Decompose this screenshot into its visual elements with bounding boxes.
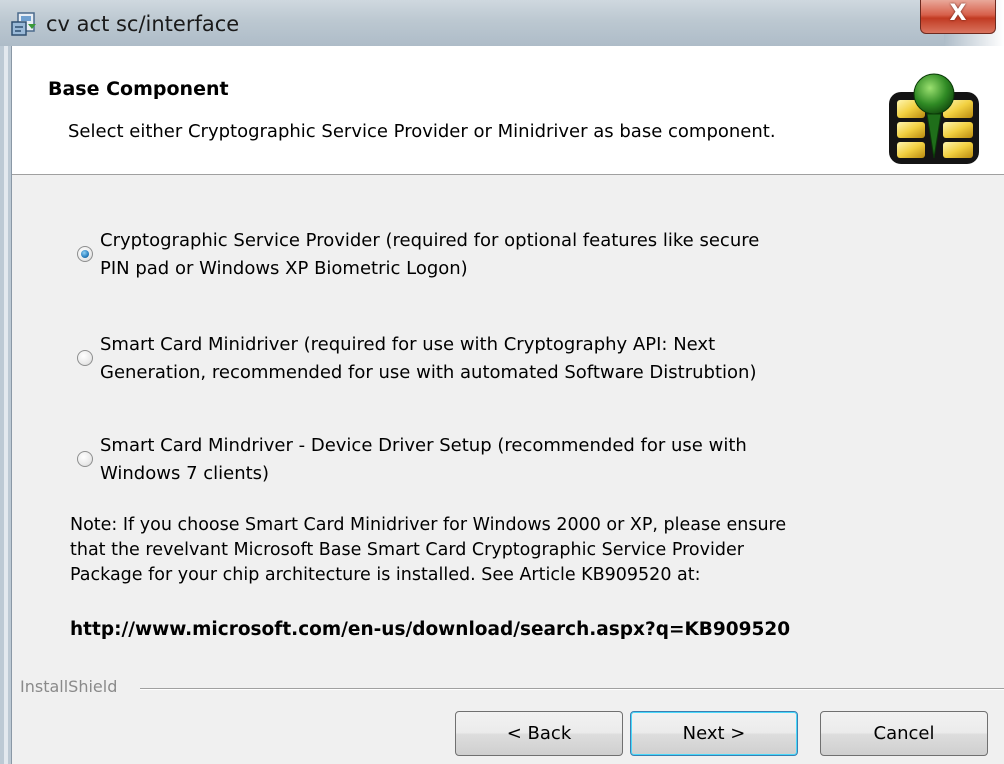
- options-panel: Cryptographic Service Provider (required…: [12, 175, 1004, 655]
- option-label-line: Windows 7 clients): [100, 463, 270, 484]
- divider: [140, 688, 1004, 690]
- option-csp[interactable]: Cryptographic Service Provider (required…: [72, 227, 932, 287]
- installer-icon: [10, 10, 38, 38]
- option-label-line: Smart Card Minidriver (required for use …: [100, 334, 716, 355]
- page-subtitle: Select either Cryptographic Service Prov…: [68, 121, 776, 142]
- window-title: cv act sc/interface: [46, 12, 240, 36]
- window-frame: [0, 46, 12, 764]
- option-label-line: Smart Card Mindriver - Device Driver Set…: [100, 435, 747, 456]
- radio-csp[interactable]: [77, 246, 93, 262]
- note-line: that the revelvant Microsoft Base Smart …: [70, 540, 744, 560]
- title-bar[interactable]: cv act sc/interface X: [0, 0, 1004, 46]
- installer-window: cv act sc/interface X Base Component Sel…: [0, 0, 1004, 764]
- option-device-driver[interactable]: Smart Card Mindriver - Device Driver Set…: [72, 432, 932, 492]
- option-label-line: Generation, recommended for use with aut…: [100, 362, 757, 383]
- note-line: Note: If you choose Smart Card Minidrive…: [70, 515, 787, 535]
- note-line: Package for your chip architecture is in…: [70, 565, 701, 585]
- close-icon: X: [949, 1, 967, 26]
- option-label-line: PIN pad or Windows XP Biometric Logon): [100, 258, 468, 279]
- radio-minidriver[interactable]: [77, 350, 93, 366]
- option-label-line: Cryptographic Service Provider (required…: [100, 230, 760, 251]
- close-button[interactable]: X: [920, 0, 996, 34]
- radio-device-driver[interactable]: [77, 451, 93, 467]
- smartcard-chip-logo-icon: [885, 70, 983, 168]
- cancel-button[interactable]: Cancel: [820, 711, 988, 756]
- next-button[interactable]: Next >: [630, 711, 798, 756]
- header-banner: Base Component Select either Cryptograph…: [12, 46, 1004, 175]
- back-button[interactable]: < Back: [455, 711, 623, 756]
- installshield-label: InstallShield: [20, 677, 118, 696]
- option-minidriver[interactable]: Smart Card Minidriver (required for use …: [72, 331, 932, 391]
- note-text: Note: If you choose Smart Card Minidrive…: [70, 513, 930, 588]
- kb-url: http://www.microsoft.com/en-us/download/…: [70, 619, 791, 640]
- page-title: Base Component: [48, 78, 229, 100]
